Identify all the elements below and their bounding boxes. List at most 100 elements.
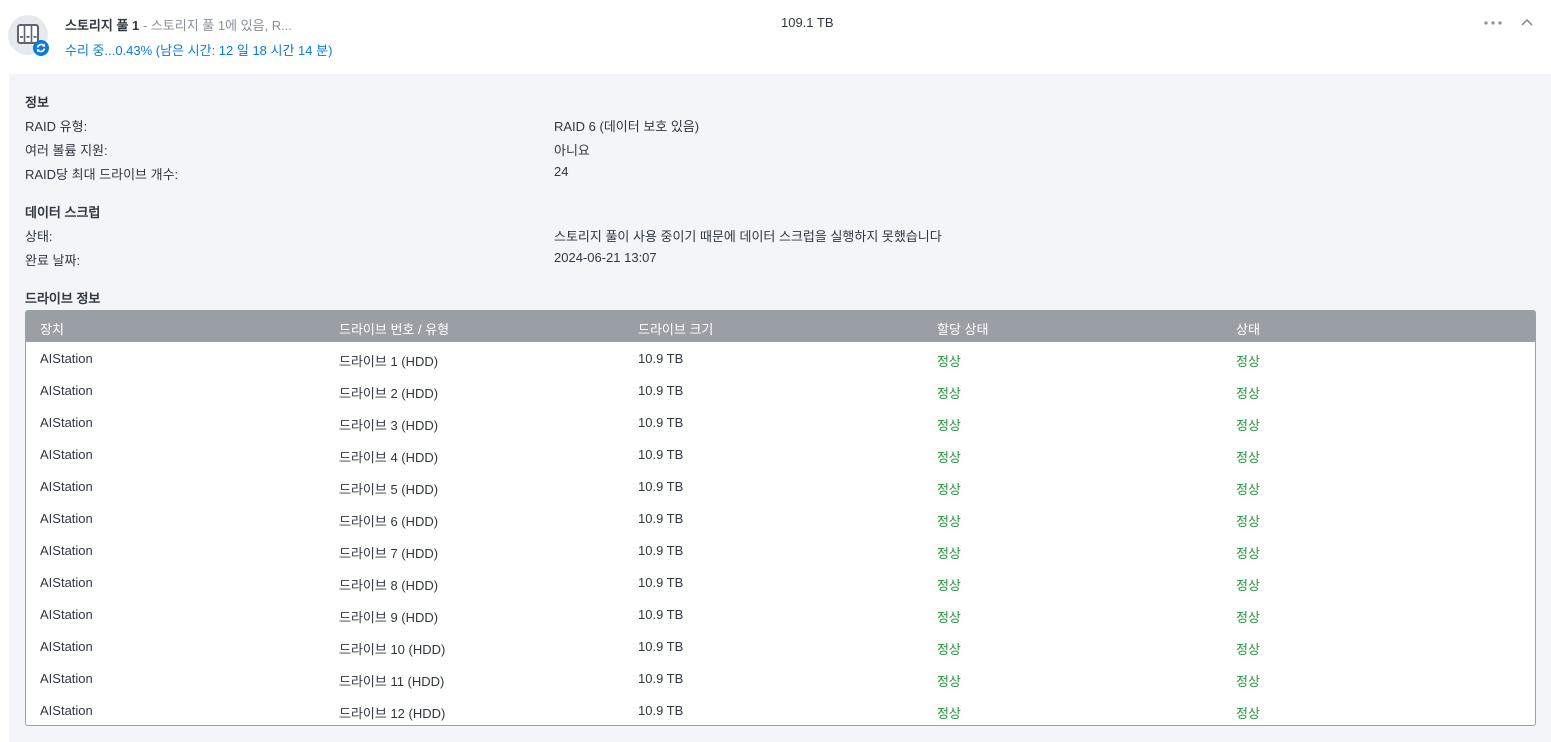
cell-allocation-status: 정상	[937, 610, 961, 625]
table-row[interactable]: AIStation 드라이브 9 (HDD) 10.9 TB 정상 정상	[26, 598, 1535, 630]
cell-device: AIStation	[40, 671, 93, 686]
cell-drive-size: 10.9 TB	[638, 575, 684, 590]
cell-device: AIStation	[40, 703, 93, 718]
column-header-drive-size[interactable]: 드라이브 크기	[638, 319, 713, 338]
cell-device: AIStation	[40, 639, 93, 654]
table-row[interactable]: AIStation 드라이브 4 (HDD) 10.9 TB 정상 정상	[26, 438, 1535, 470]
table-row[interactable]: AIStation 드라이브 8 (HDD) 10.9 TB 정상 정상	[26, 566, 1535, 598]
cell-device: AIStation	[40, 447, 93, 462]
pool-title-row: 스토리지 풀 1 - 스토리지 풀 1에 있음, R...	[65, 15, 292, 34]
pool-size: 109.1 TB	[781, 15, 834, 30]
column-header-allocation-status[interactable]: 할당 상태	[937, 319, 988, 338]
cell-drive-size: 10.9 TB	[638, 607, 684, 622]
table-row[interactable]: AIStation 드라이브 5 (HDD) 10.9 TB 정상 정상	[26, 470, 1535, 502]
cell-device: AIStation	[40, 543, 93, 558]
data-scrub-section-title: 데이터 스크럽	[25, 205, 101, 220]
cell-device: AIStation	[40, 383, 93, 398]
pool-repair-status: 수리 중...0.43% (남은 시간: 12 일 18 시간 14 분)	[65, 43, 333, 58]
cell-drive-size: 10.9 TB	[638, 479, 684, 494]
max-drives-value: 24	[554, 164, 569, 179]
cell-drive-size: 10.9 TB	[638, 415, 684, 430]
storage-pool-repairing-icon	[8, 15, 49, 56]
multi-volume-label: 여러 볼륨 지원:	[25, 143, 108, 158]
cell-drive-size: 10.9 TB	[638, 639, 684, 654]
cell-drive-number: 드라이브 11 (HDD)	[339, 674, 445, 689]
cell-status: 정상	[1236, 482, 1260, 497]
cell-status: 정상	[1236, 578, 1260, 593]
drive-info-section-title: 드라이브 정보	[25, 291, 101, 306]
cell-drive-number: 드라이브 3 (HDD)	[339, 418, 439, 433]
cell-allocation-status: 정상	[937, 354, 961, 369]
cell-allocation-status: 정상	[937, 418, 961, 433]
table-row[interactable]: AIStation 드라이브 2 (HDD) 10.9 TB 정상 정상	[26, 374, 1535, 406]
table-row[interactable]: AIStation 드라이브 7 (HDD) 10.9 TB 정상 정상	[26, 534, 1535, 566]
cell-device: AIStation	[40, 351, 93, 366]
pool-description: - 스토리지 풀 1에 있음, R...	[139, 18, 293, 33]
cell-device: AIStation	[40, 575, 93, 590]
table-row[interactable]: AIStation 드라이브 12 (HDD) 10.9 TB 정상 정상	[26, 694, 1535, 725]
cell-drive-size: 10.9 TB	[638, 703, 684, 718]
cell-allocation-status: 정상	[937, 706, 961, 721]
cell-allocation-status: 정상	[937, 674, 961, 689]
drive-info-table: 장치 드라이브 번호 / 유형 드라이브 크기 할당 상태 상태 AIStati…	[25, 310, 1536, 726]
cell-drive-number: 드라이브 4 (HDD)	[339, 450, 439, 465]
table-header: 장치 드라이브 번호 / 유형 드라이브 크기 할당 상태 상태	[26, 311, 1535, 342]
table-row[interactable]: AIStation 드라이브 10 (HDD) 10.9 TB 정상 정상	[26, 630, 1535, 662]
cell-drive-number: 드라이브 2 (HDD)	[339, 386, 439, 401]
column-header-device[interactable]: 장치	[40, 319, 64, 338]
cell-drive-number: 드라이브 12 (HDD)	[339, 706, 446, 721]
cell-allocation-status: 정상	[937, 482, 961, 497]
cell-status: 정상	[1236, 674, 1260, 689]
cell-drive-size: 10.9 TB	[638, 543, 684, 558]
cell-allocation-status: 정상	[937, 386, 961, 401]
storage-pool-header[interactable]: 스토리지 풀 1 - 스토리지 풀 1에 있음, R... 109.1 TB 수…	[0, 0, 1551, 74]
storage-pool-details-panel: 정보 RAID 유형: RAID 6 (데이터 보호 있음) 여러 볼륨 지원:…	[9, 74, 1551, 742]
cell-drive-number: 드라이브 5 (HDD)	[339, 482, 439, 497]
cell-status: 정상	[1236, 450, 1260, 465]
cell-drive-size: 10.9 TB	[638, 511, 684, 526]
multi-volume-value: 아니요	[554, 143, 590, 158]
cell-allocation-status: 정상	[937, 642, 961, 657]
cell-status: 정상	[1236, 546, 1260, 561]
cell-allocation-status: 정상	[937, 546, 961, 561]
cell-status: 정상	[1236, 514, 1260, 529]
pool-name: 스토리지 풀 1	[65, 18, 140, 33]
cell-device: AIStation	[40, 479, 93, 494]
cell-drive-number: 드라이브 8 (HDD)	[339, 578, 439, 593]
scrub-status-label: 상태:	[25, 229, 53, 244]
cell-status: 정상	[1236, 418, 1260, 433]
cell-device: AIStation	[40, 511, 93, 526]
column-header-drive-number[interactable]: 드라이브 번호 / 유형	[339, 319, 449, 338]
cell-drive-size: 10.9 TB	[638, 383, 684, 398]
raid-type-value: RAID 6 (데이터 보호 있음)	[554, 119, 700, 134]
raid-type-label: RAID 유형:	[25, 119, 88, 134]
cell-status: 정상	[1236, 610, 1260, 625]
table-row[interactable]: AIStation 드라이브 3 (HDD) 10.9 TB 정상 정상	[26, 406, 1535, 438]
max-drives-label: RAID당 최대 드라이브 개수:	[25, 167, 179, 182]
cell-drive-number: 드라이브 1 (HDD)	[339, 354, 439, 369]
scrub-status-value: 스토리지 풀이 사용 중이기 때문에 데이터 스크럽을 실행하지 못했습니다	[554, 229, 942, 244]
table-row[interactable]: AIStation 드라이브 1 (HDD) 10.9 TB 정상 정상	[26, 342, 1535, 374]
cell-status: 정상	[1236, 354, 1260, 369]
cell-device: AIStation	[40, 415, 93, 430]
info-section-title: 정보	[25, 95, 49, 110]
table-body: AIStation 드라이브 1 (HDD) 10.9 TB 정상 정상 AIStatio…	[26, 342, 1535, 725]
scrub-completion-date-value: 2024-06-21 13:07	[554, 250, 657, 265]
cell-drive-size: 10.9 TB	[638, 671, 684, 686]
table-row[interactable]: AIStation 드라이브 11 (HDD) 10.9 TB 정상 정상	[26, 662, 1535, 694]
table-row[interactable]: AIStation 드라이브 6 (HDD) 10.9 TB 정상 정상	[26, 502, 1535, 534]
cell-allocation-status: 정상	[937, 514, 961, 529]
cell-drive-size: 10.9 TB	[638, 351, 684, 366]
cell-status: 정상	[1236, 386, 1260, 401]
cell-drive-number: 드라이브 10 (HDD)	[339, 642, 446, 657]
cell-device: AIStation	[40, 607, 93, 622]
cell-allocation-status: 정상	[937, 578, 961, 593]
column-header-status[interactable]: 상태	[1236, 319, 1260, 338]
chevron-up-icon[interactable]	[1517, 10, 1537, 34]
cell-drive-size: 10.9 TB	[638, 447, 684, 462]
cell-drive-number: 드라이브 7 (HDD)	[339, 546, 439, 561]
cell-status: 정상	[1236, 706, 1260, 721]
cell-drive-number: 드라이브 9 (HDD)	[339, 610, 439, 625]
more-dots-icon[interactable]	[1482, 10, 1504, 34]
cell-status: 정상	[1236, 642, 1260, 657]
